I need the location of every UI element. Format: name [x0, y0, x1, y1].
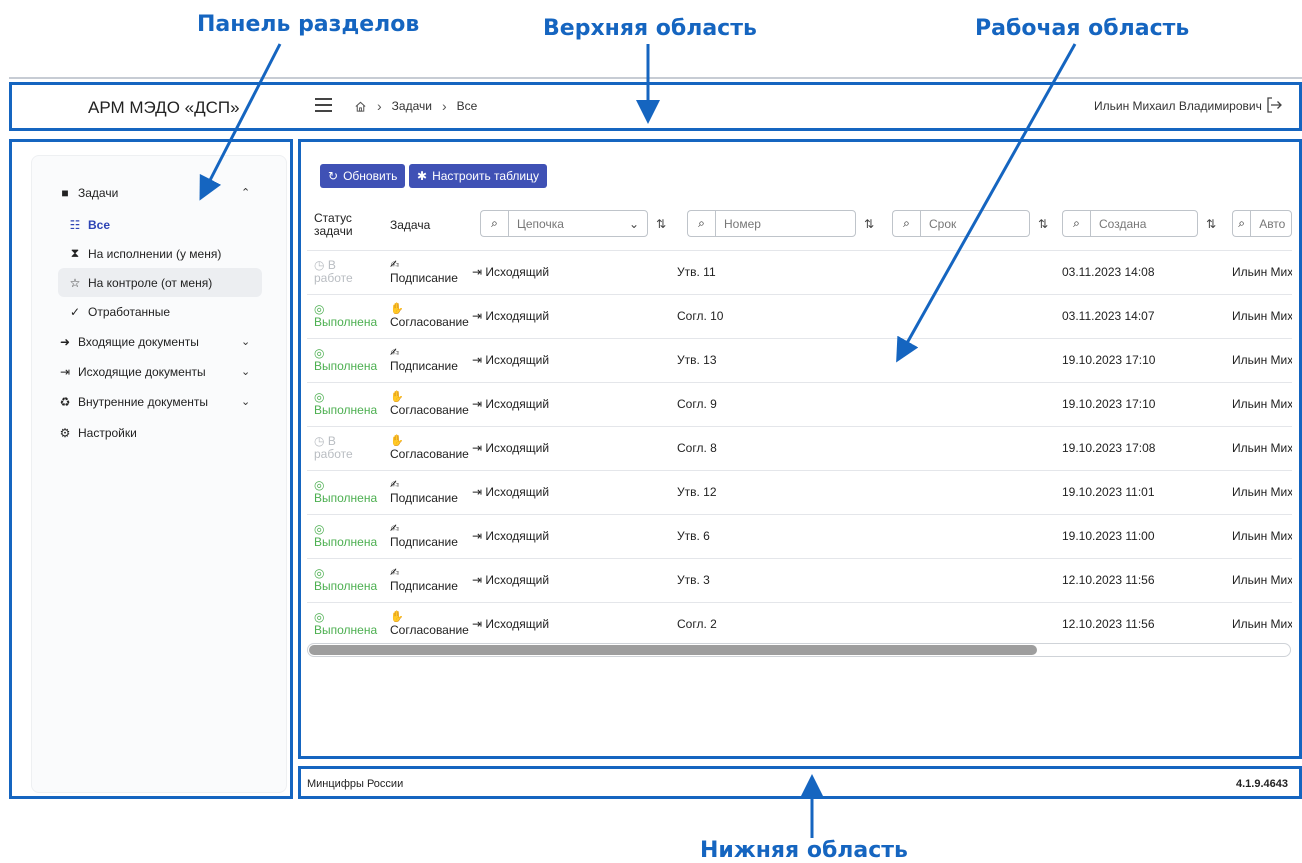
- arrow-panel: [199, 43, 282, 201]
- annotation-arrows: [199, 43, 1077, 838]
- arrow-work: [896, 43, 1077, 363]
